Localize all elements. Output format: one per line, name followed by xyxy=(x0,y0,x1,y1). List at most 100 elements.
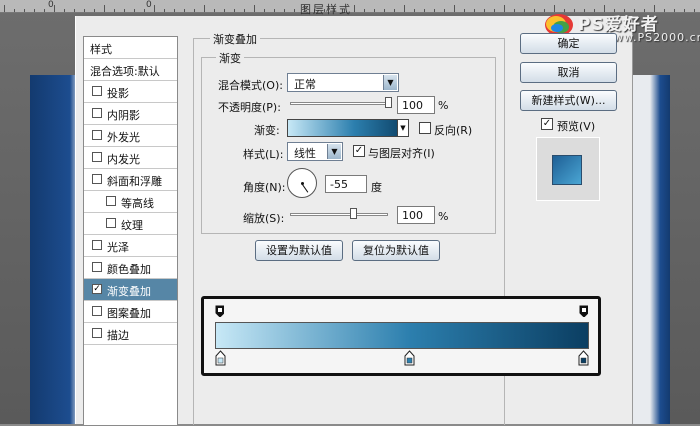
style-item-label: 颜色叠加 xyxy=(107,263,151,276)
style-item-label: 渐变叠加 xyxy=(107,285,151,298)
style-list-header[interactable]: 样式 xyxy=(84,37,177,59)
gradient-overlay-title: 渐变叠加 xyxy=(210,31,260,47)
scale-input[interactable]: 100 xyxy=(397,206,435,224)
opacity-slider-knob[interactable] xyxy=(385,97,392,108)
checkmark-icon: ✓ xyxy=(542,118,552,129)
set-default-button[interactable]: 设置为默认值 xyxy=(255,240,343,261)
style-item-checkbox[interactable] xyxy=(92,108,102,118)
style-item-checkbox[interactable] xyxy=(92,240,102,250)
reset-default-button[interactable]: 复位为默认值 xyxy=(352,240,440,261)
ruler-tick xyxy=(104,5,105,12)
ruler-tick xyxy=(514,9,515,12)
opacity-stop[interactable] xyxy=(215,305,224,317)
style-item[interactable]: 纹理 xyxy=(84,213,177,235)
ruler-tick xyxy=(254,5,255,12)
preview-checkbox[interactable]: ✓ xyxy=(541,118,553,130)
style-item-checkbox[interactable] xyxy=(92,130,102,140)
ruler-tick xyxy=(154,5,155,12)
blend-mode-select[interactable]: 正常 ▼ xyxy=(287,73,399,92)
ruler-tick xyxy=(444,9,445,12)
preview-thumbnail xyxy=(552,155,582,185)
opacity-stop[interactable] xyxy=(579,305,588,317)
ruler-tick xyxy=(364,9,365,12)
style-item-checkbox[interactable] xyxy=(92,328,102,338)
style-item-checkbox[interactable] xyxy=(92,152,102,162)
ruler-tick xyxy=(164,9,165,12)
color-stop[interactable] xyxy=(578,350,589,366)
blend-mode-value: 正常 xyxy=(294,78,316,91)
style-item[interactable]: 内发光 xyxy=(84,147,177,169)
style-item[interactable]: 光泽 xyxy=(84,235,177,257)
cancel-button[interactable]: 取消 xyxy=(520,62,617,83)
ruler-tick xyxy=(694,9,695,12)
opacity-input[interactable]: 100 xyxy=(397,96,435,114)
style-item-label: 纹理 xyxy=(121,219,143,232)
gradient-label: 渐变: xyxy=(254,124,280,137)
style-item[interactable]: 颜色叠加 xyxy=(84,257,177,279)
ruler-tick xyxy=(414,9,415,12)
ruler-tick xyxy=(394,9,395,12)
style-item[interactable]: 描边 xyxy=(84,323,177,345)
style-item[interactable]: 内阴影 xyxy=(84,103,177,125)
angle-unit: 度 xyxy=(371,181,382,194)
style-item-label: 内阴影 xyxy=(107,109,140,122)
gradient-bar[interactable] xyxy=(215,322,589,349)
reverse-checkbox[interactable] xyxy=(419,122,431,134)
style-item-checkbox[interactable] xyxy=(106,218,116,228)
opacity-value: 100 xyxy=(402,99,423,112)
style-item-checkbox[interactable] xyxy=(92,262,102,272)
angle-dial[interactable] xyxy=(287,168,317,198)
chevron-down-icon: ▼ xyxy=(327,144,341,159)
opacity-label: 不透明度(P): xyxy=(218,101,281,114)
ok-button[interactable]: 确定 xyxy=(520,33,617,54)
chevron-down-icon: ▼ xyxy=(383,75,397,90)
chevron-down-icon[interactable]: ▼ xyxy=(397,120,408,136)
align-with-layer-checkbox[interactable]: ✓ xyxy=(353,145,365,157)
ruler-tick xyxy=(274,9,275,12)
style-item-checkbox[interactable] xyxy=(92,174,102,184)
ruler-tick xyxy=(74,9,75,12)
style-item-checkbox[interactable] xyxy=(92,86,102,96)
style-item[interactable]: 等高线 xyxy=(84,191,177,213)
ruler-tick xyxy=(524,9,525,12)
ruler-tick xyxy=(224,9,225,12)
color-stop[interactable] xyxy=(215,350,226,366)
opacity-unit: % xyxy=(438,99,449,112)
style-item[interactable]: 外发光 xyxy=(84,125,177,147)
preview-label: 预览(V) xyxy=(557,120,596,133)
ruler-tick xyxy=(454,5,455,12)
ruler-tick xyxy=(404,5,405,12)
blend-mode-label: 混合模式(O): xyxy=(218,79,283,92)
scale-slider-knob[interactable] xyxy=(350,208,357,219)
gradient-picker[interactable]: ▼ xyxy=(287,119,409,137)
ruler-tick xyxy=(144,9,145,12)
style-item[interactable]: ✓ 渐变叠加 xyxy=(84,279,177,301)
scale-slider-track[interactable] xyxy=(290,213,388,216)
opacity-slider-track[interactable] xyxy=(290,102,392,105)
style-item-checkbox[interactable] xyxy=(106,196,116,206)
ruler-tick xyxy=(464,9,465,12)
gradient-style-label: 样式(L): xyxy=(243,148,284,161)
ruler-tick xyxy=(204,5,205,12)
style-item-label: 外发光 xyxy=(107,131,140,144)
style-item-checkbox[interactable] xyxy=(92,306,102,316)
style-item[interactable]: 投影 xyxy=(84,81,177,103)
ruler-tick xyxy=(134,9,135,12)
color-stop[interactable] xyxy=(404,350,415,366)
ruler-tick xyxy=(484,9,485,12)
gradient-style-select[interactable]: 线性 ▼ xyxy=(287,142,343,161)
new-style-button[interactable]: 新建样式(W)... xyxy=(520,90,617,111)
angle-input[interactable]: -55 xyxy=(325,175,367,193)
style-item[interactable]: 图案叠加 xyxy=(84,301,177,323)
ruler-tick xyxy=(504,5,505,12)
style-item-label: 斜面和浮雕 xyxy=(107,175,162,188)
ruler-tick xyxy=(494,9,495,12)
style-item-label: 投影 xyxy=(107,87,129,100)
style-list: 样式 混合选项:默认 投影内阴影外发光内发光斜面和浮雕等高线纹理光泽颜色叠加 ✓ 渐… xyxy=(83,36,178,426)
style-item-label: 内发光 xyxy=(107,153,140,166)
angle-value: -55 xyxy=(330,178,348,191)
style-item-checkbox[interactable]: ✓ xyxy=(92,284,102,294)
blend-options-item[interactable]: 混合选项:默认 xyxy=(84,59,177,81)
style-item-label: 等高线 xyxy=(121,197,154,210)
style-item[interactable]: 斜面和浮雕 xyxy=(84,169,177,191)
